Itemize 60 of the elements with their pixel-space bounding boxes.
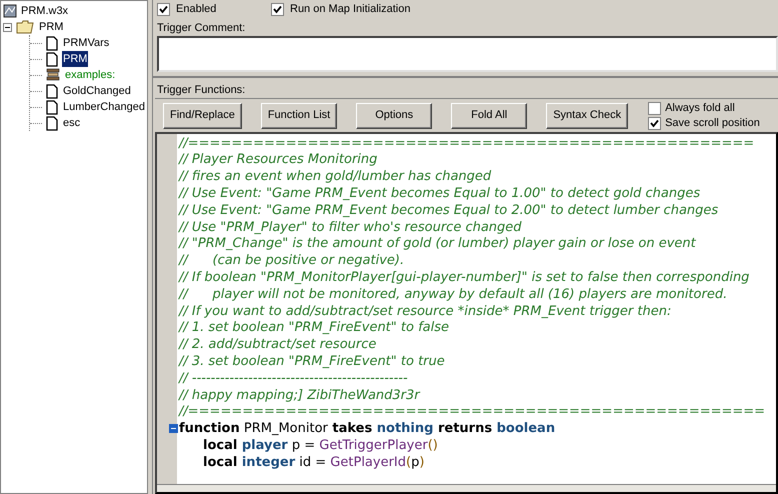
tree-item[interactable]: LumberChanged [62, 99, 146, 115]
collapse-toggle[interactable] [3, 22, 12, 32]
toolbar-button[interactable]: Function List [260, 102, 338, 128]
check-icon [159, 4, 168, 14]
checkbox-label: Run on Map Initialization [290, 2, 410, 17]
folder-icon [16, 20, 34, 34]
checkbox[interactable] [648, 116, 662, 130]
code-comment: // If boolean "PRM_MonitorPlayer[gui-player-number]" is set to false then corresponding [177, 269, 750, 288]
tree-root[interactable]: PRM.w3x [21, 2, 68, 20]
code-comment: //==================================================== [177, 134, 754, 153]
code-comment: // fires an event when gold/lumber has changed [177, 168, 492, 186]
toolbar-button[interactable]: Find/Replace [163, 102, 242, 128]
code-line: local integer id = GetPlayerId(p) [202, 454, 424, 472]
code-comment: //===================================================== [177, 403, 766, 422]
code-comment: // 1. set boolean "PRM_FireEvent" to false [177, 319, 449, 338]
comment-icon [46, 68, 60, 82]
code-comment: // happy mapping;] ZibiTheWand3r3r [177, 386, 420, 405]
checkbox-label: Always fold all [665, 102, 735, 114]
code-comment: // Use Event: "Game PRM_Event becomes Equal to 1.00" to detect gold changes [177, 185, 700, 204]
checkbox[interactable] [648, 102, 662, 114]
checkbox[interactable] [271, 2, 284, 16]
tree-item[interactable]: PRMVars [62, 35, 110, 51]
map-icon [3, 4, 17, 18]
code-comment: // Use "PRM_Player" to filter who's resource changed [177, 218, 522, 237]
document-icon [46, 36, 58, 50]
code-comment: // 2. add/subtract/set resource [177, 336, 376, 354]
tree-item[interactable]: esc [62, 115, 82, 131]
horizontal-scrollbar[interactable] [157, 484, 776, 492]
code-comment: // ---------------------------------------------- [177, 370, 408, 388]
comment-label: Trigger Comment: [156, 21, 246, 36]
tree-item[interactable]: GoldChanged [62, 83, 132, 99]
code-comment: // (can be positive or negative). [177, 252, 404, 270]
functions-label: Trigger Functions: [156, 83, 246, 98]
check-icon [650, 118, 660, 128]
fold-marker[interactable] [169, 424, 178, 434]
document-icon [46, 116, 58, 130]
document-icon [46, 52, 58, 66]
check-icon [273, 4, 282, 14]
code-comment: // If you want to add/subtract/set resource *inside* PRM_Event trigger then: [177, 302, 672, 321]
checkbox[interactable] [157, 2, 170, 16]
minus-icon [5, 24, 10, 30]
tree-item[interactable]: examples: [64, 67, 116, 83]
checkbox-label: Save scroll position [665, 116, 760, 130]
document-icon [46, 100, 58, 114]
document-icon [46, 84, 58, 98]
code-editor[interactable] [155, 132, 778, 494]
code-line: function PRM_Monitor takes nothing returns boolean [178, 420, 556, 438]
code-line: local player p = GetTriggerPlayer() [202, 437, 438, 455]
code-comment: // player will not be monitored, anyway by default all (16) players are monitored. [177, 286, 728, 304]
code-comment: // "PRM_Change" is the amount of gold (or lumber) player gain or lose on event [177, 235, 696, 254]
code-comment: // Player Resources Monitoring [177, 151, 378, 170]
checkbox-label: Enabled [176, 2, 216, 17]
code-comment: // 3. set boolean "PRM_FireEvent" to true [177, 353, 445, 372]
toolbar-button[interactable]: Fold All [451, 102, 528, 128]
code-comment: // Use Event: "Game PRM_Event becomes Equal to 2.00" to detect lumber changes [177, 202, 718, 220]
toolbar-button[interactable]: Options [356, 102, 432, 128]
comment-field[interactable] [157, 36, 778, 72]
tree-item[interactable]: PRM [62, 51, 88, 67]
tree-item[interactable]: PRM [38, 19, 64, 35]
toolbar-button[interactable]: Syntax Check [546, 102, 628, 128]
